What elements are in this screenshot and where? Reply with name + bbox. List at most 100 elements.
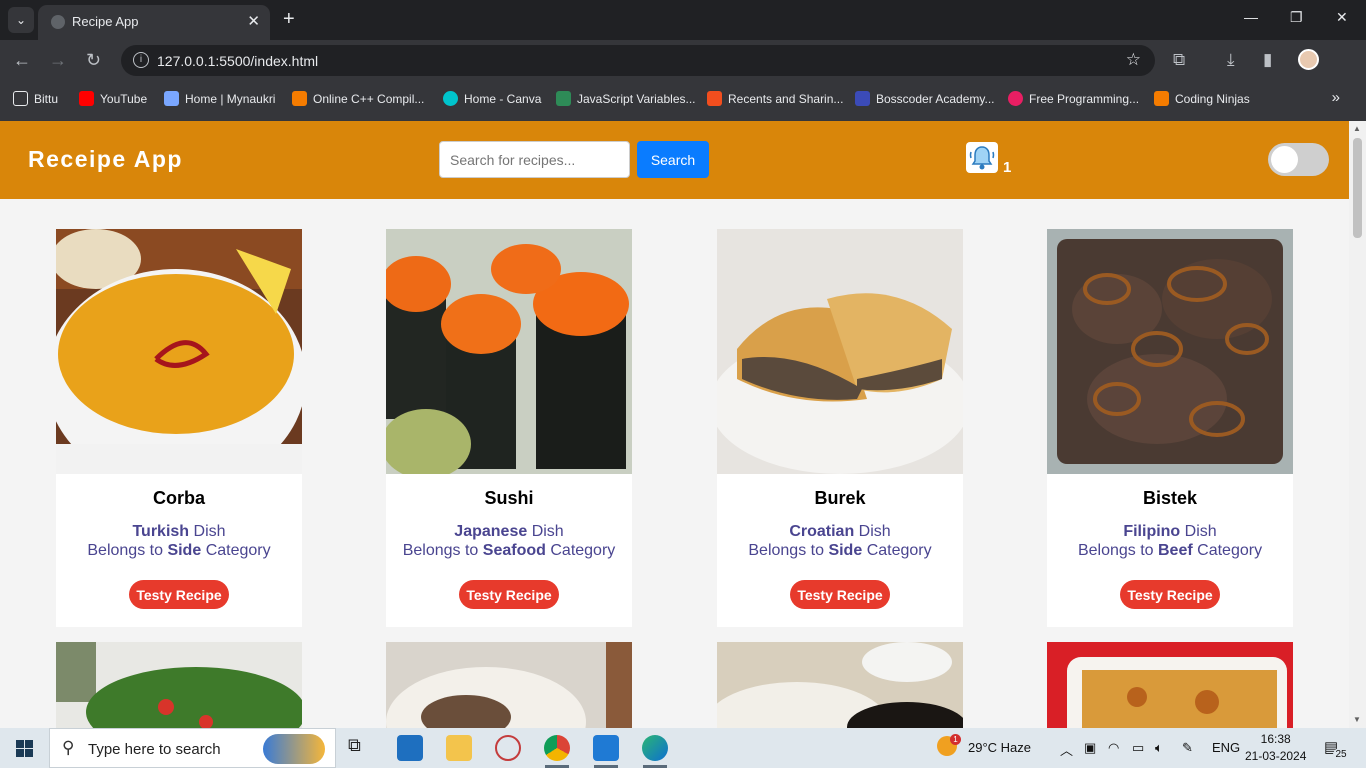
site-info-icon[interactable]: i [133,52,149,68]
toggle-knob [1271,146,1298,173]
new-tab-button[interactable]: + [283,8,295,31]
clock[interactable]: 16:38 21-03-2024 [1245,731,1306,765]
tab-recipe-app[interactable]: Recipe App ✕ [38,5,270,40]
back-icon[interactable]: ← [13,50,31,71]
bookmark-item[interactable]: Online C++ Compil... [292,91,424,106]
bookmark-item[interactable]: JavaScript Variables... [556,91,696,106]
recipe-area: Filipino Dish [1123,523,1217,540]
bookmark-item[interactable]: Recents and Sharin... [707,91,843,106]
side-panel-icon[interactable]: ▮ [1263,50,1272,70]
clock-time: 16:38 [1260,732,1291,746]
page-scrollbar[interactable]: ▲ ▼ [1349,121,1366,728]
tab-search-button[interactable]: ⌄ [8,7,34,33]
windows-taskbar: ⚲ Type here to search ⧉ 1 29°C Haze ︿ ▣ … [0,728,1366,768]
address-bar[interactable]: i 127.0.0.1:5500/index.html ☆ [121,45,1155,76]
recipe-category: Belongs to Seafood Category [402,542,616,559]
edge-icon[interactable] [642,735,668,761]
recipe-image-bistek [1047,229,1293,474]
battery-icon[interactable]: ▭ [1132,740,1144,756]
bookmark-item[interactable]: Home - Canva [443,91,541,106]
recipe-image-corba [56,229,302,474]
clock-date: 21-03-2024 [1245,749,1307,763]
scroll-up-icon[interactable]: ▲ [1353,124,1361,133]
bookmark-item[interactable]: YouTube [79,91,147,106]
weather-text[interactable]: 29°C Haze [968,740,1031,755]
profile-avatar[interactable] [1298,49,1319,70]
language-indicator[interactable]: ENG [1212,740,1240,755]
recipe-image-lasagna [1047,642,1293,728]
scrollbar-thumb[interactable] [1353,138,1362,238]
mail-icon[interactable] [397,735,423,761]
browser-chrome: ⌄ Recipe App ✕ + — ❐ ✕ ← → ↻ i 127.0.0.1… [0,0,1366,121]
canva-icon [443,91,458,106]
web-page: Receipe App Search 1 Corba Turkish [0,121,1349,728]
downloads-icon[interactable]: ⤓ [1227,50,1235,70]
coding-ninjas-icon [1154,91,1169,106]
show-hidden-icons[interactable]: ︿ [1060,740,1073,759]
theme-toggle[interactable] [1268,143,1329,176]
extensions-icon[interactable]: ⧉ [1173,50,1185,70]
bookmark-item[interactable]: Bittu [13,91,58,106]
notification-bell-icon[interactable] [966,142,998,173]
testy-recipe-button[interactable]: Testy Recipe [790,580,890,609]
forward-icon[interactable]: → [49,50,67,71]
meet-icon[interactable]: ▣ [1084,740,1096,756]
minimize-button[interactable]: — [1244,9,1258,25]
taskbar-search-box[interactable]: ⚲ Type here to search [49,728,336,768]
app-header: Receipe App Search 1 [0,121,1349,199]
pen-icon[interactable]: ✎ [1182,740,1193,756]
bookmark-item[interactable]: Free Programming... [1008,91,1139,106]
restore-button[interactable]: ❐ [1290,9,1303,26]
bookmark-item[interactable]: Home | Mynaukri [164,91,275,106]
testy-recipe-button[interactable]: Testy Recipe [1120,580,1220,609]
globe-icon [51,15,65,29]
testy-recipe-button[interactable]: Testy Recipe [129,580,229,609]
recipe-image-wrap [386,642,632,728]
more-bookmarks-icon[interactable]: » [1332,89,1340,106]
reload-icon[interactable]: ↻ [86,50,101,71]
bookmark-star-icon[interactable]: ☆ [1126,50,1141,70]
mynaukri-icon [164,91,179,106]
scroll-down-icon[interactable]: ▼ [1353,715,1361,724]
bookmark-item[interactable]: Coding Ninjas [1154,91,1250,106]
snipping-tool-icon[interactable] [495,735,521,761]
close-tab-icon[interactable]: ✕ [247,12,260,30]
recipe-image-sushi [386,229,632,474]
recipe-category: Belongs to Side Category [87,542,271,559]
recipe-category: Belongs to Side Category [748,542,932,559]
search-button[interactable]: Search [637,141,709,178]
url-text[interactable]: 127.0.0.1:5500/index.html [157,53,318,69]
recipe-name: Corba [152,488,205,508]
app-brand: Receipe App [28,146,183,172]
volume-icon[interactable]: 🔈︎ [1155,740,1163,756]
compiler-icon [292,91,307,106]
folder-icon [13,91,28,106]
javascript-icon [556,91,571,106]
recipe-name: Bistek [1142,488,1198,508]
browser-toolbar: ← → ↻ i 127.0.0.1:5500/index.html ☆ ⧉ ⤓ … [0,40,1366,80]
recipe-card: Bistek Filipino Dish Belongs to Beef Cat… [1047,229,1293,627]
task-view-icon[interactable]: ⧉ [348,735,374,761]
wifi-icon[interactable]: ◠ [1108,740,1119,756]
bosscoder-icon [855,91,870,106]
vscode-icon[interactable] [593,735,619,761]
close-window-button[interactable]: ✕ [1336,9,1348,26]
bookmarks-bar: Bittu YouTube Home | Mynaukri Online C++… [0,80,1366,121]
recipe-area: Turkish Dish [132,523,226,540]
recipe-category: Belongs to Beef Category [1077,542,1263,559]
recipe-area: Croatian Dish [789,523,891,540]
search-icon: ⚲ [62,738,75,757]
recipe-image-burek [717,229,963,474]
bookmark-item[interactable]: Bosscoder Academy... [855,91,995,106]
testy-recipe-button[interactable]: Testy Recipe [459,580,559,609]
recipe-search-input[interactable] [439,141,630,178]
tab-title: Recipe App [72,14,139,29]
figma-icon [707,91,722,106]
chrome-icon[interactable] [544,735,570,761]
file-explorer-icon[interactable] [446,735,472,761]
recipe-card: Burek Croatian Dish Belongs to Side Cate… [717,229,963,627]
programming-icon [1008,91,1023,106]
recipe-card: Sushi Japanese Dish Belongs to Seafood C… [386,229,632,627]
youtube-icon [79,91,94,106]
windows-start-icon[interactable] [16,740,33,757]
